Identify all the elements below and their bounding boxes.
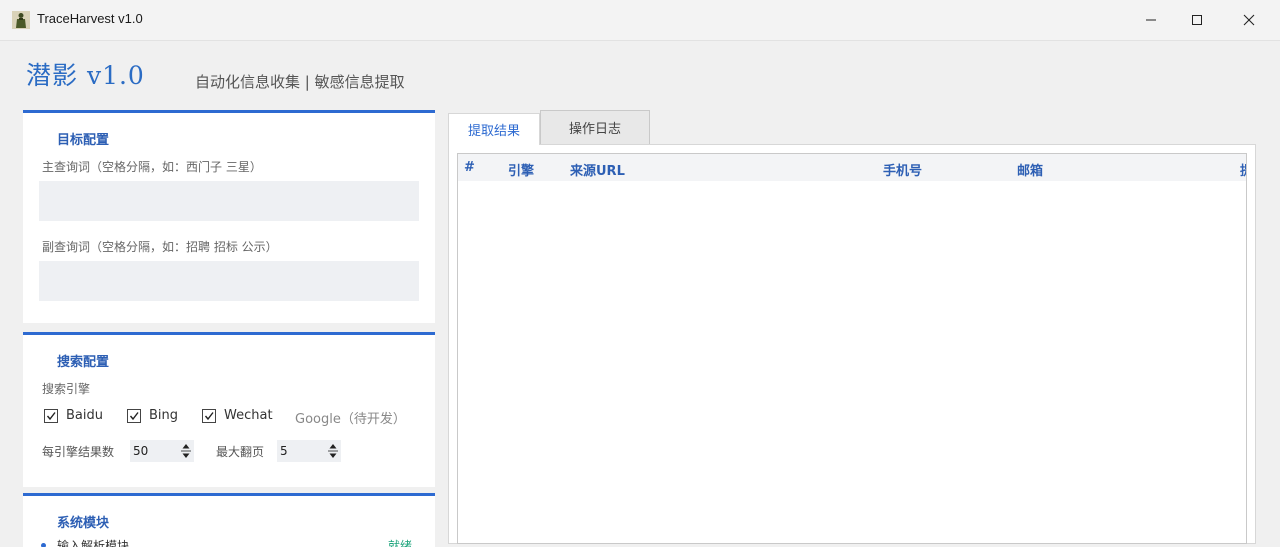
bing-checkbox[interactable]: Bing [127,408,178,423]
module-status: 就绪 [388,539,413,547]
maximize-icon [1192,15,1202,25]
app-name: 潜影 v1.0 [26,61,145,90]
results-table[interactable]: # 引擎 来源URL 手机号 邮箱 提 [457,153,1247,544]
results-per-engine-label: 每引擎结果数 [42,445,115,459]
primary-query-input[interactable] [39,181,419,221]
panel-title: 搜索配置 [57,355,110,370]
spinner-arrows-icon[interactable] [327,442,339,460]
baidu-checkbox[interactable]: Baidu [44,408,103,423]
checkmark-icon [129,411,139,420]
close-icon [1243,14,1255,26]
close-button[interactable] [1226,0,1272,40]
panel-title: 目标配置 [57,133,110,148]
column-header-engine[interactable]: 引擎 [508,160,534,179]
checkbox-box[interactable] [202,408,216,423]
checkmark-icon [46,411,56,420]
module-name: 输入解析模块 [57,539,130,547]
minimize-icon [1146,19,1156,21]
max-pages-label: 最大翻页 [216,445,265,459]
table-header: # 引擎 来源URL 手机号 邮箱 提 [458,154,1246,181]
soldier-icon [12,11,30,29]
google-engine-label: Google（待开发） [295,412,406,427]
column-header-source-url[interactable]: 来源URL [570,160,625,179]
column-header-phone[interactable]: 手机号 [883,160,922,179]
wechat-checkbox[interactable]: Wechat [202,408,273,423]
column-header-extra[interactable]: 提 [1240,160,1246,179]
panel-title: 系统模块 [57,516,110,531]
tab-extraction-results[interactable]: 提取结果 [448,113,540,145]
max-pages-spinner[interactable]: 5 [277,440,341,462]
checkbox-box[interactable] [44,408,58,423]
column-header-index[interactable]: # [464,160,475,175]
checkbox-label: Bing [149,408,179,423]
secondary-query-label: 副查询词（空格分隔，如：招聘 招标 公示） [42,240,278,254]
spinner-value: 5 [280,444,288,458]
app-subtitle: 自动化信息收集 | 敏感信息提取 [195,73,405,91]
tab-operation-log[interactable]: 操作日志 [540,110,650,144]
engines-label: 搜索引擎 [42,382,91,396]
window-titlebar: TraceHarvest v1.0 [0,0,1280,41]
target-config-panel: 目标配置 主查询词（空格分隔，如：西门子 三星） 副查询词（空格分隔，如：招聘 … [23,110,435,323]
checkbox-label: Baidu [66,408,103,423]
checkbox-box[interactable] [127,408,141,423]
column-header-email[interactable]: 邮箱 [1017,160,1043,179]
system-modules-panel: 系统模块 输入解析模块 就绪 [23,493,435,547]
spinner-value: 50 [133,444,149,458]
minimize-button[interactable] [1128,0,1174,40]
secondary-query-input[interactable] [39,261,419,301]
checkbox-label: Wechat [224,408,273,423]
maximize-button[interactable] [1174,0,1220,40]
results-per-engine-spinner[interactable]: 50 [130,440,194,462]
checkmark-icon [204,411,214,420]
spinner-arrows-icon[interactable] [180,442,192,460]
primary-query-label: 主查询词（空格分隔，如：西门子 三星） [42,160,262,174]
window-title: TraceHarvest v1.0 [37,11,143,26]
